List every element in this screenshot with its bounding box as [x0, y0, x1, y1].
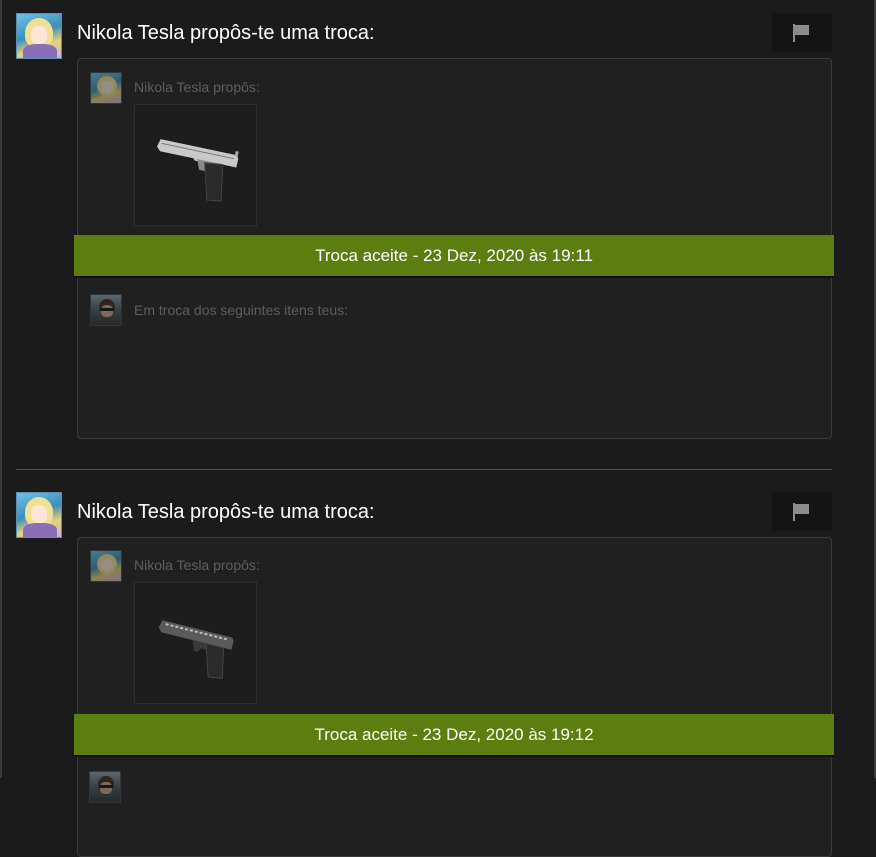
partner-avatar[interactable] [16, 492, 62, 538]
partner-small-avatar [90, 72, 122, 104]
partner-small-avatar [90, 550, 122, 582]
user-small-avatar [89, 771, 121, 803]
proposed-label: Nikola Tesla propôs: [134, 79, 260, 95]
return-items-label: Em troca dos seguintes itens teus: [134, 302, 348, 318]
flag-icon [793, 23, 809, 42]
trade-status-bar: Troca aceite - 23 Dez, 2020 às 19:12 [74, 714, 834, 757]
window-border-left [0, 0, 2, 778]
trade-card: Nikola Tesla propôs: [77, 537, 832, 857]
user-small-avatar [90, 294, 122, 326]
offer-separator [16, 469, 832, 470]
trade-status-bar: Troca aceite - 23 Dez, 2020 às 19:11 [74, 235, 834, 278]
desert-eagle-pistol-icon [156, 139, 239, 202]
trade-item[interactable] [134, 104, 257, 226]
report-button[interactable] [772, 13, 832, 52]
proposed-label: Nikola Tesla propôs: [134, 557, 260, 573]
glock-pistol-icon [158, 620, 234, 679]
report-button[interactable] [772, 492, 832, 531]
flag-icon [793, 502, 809, 521]
partner-avatar[interactable] [16, 13, 62, 59]
offer-title: Nikola Tesla propôs-te uma troca: [77, 501, 375, 523]
trade-item[interactable] [134, 582, 257, 704]
offer-title: Nikola Tesla propôs-te uma troca: [77, 22, 375, 44]
